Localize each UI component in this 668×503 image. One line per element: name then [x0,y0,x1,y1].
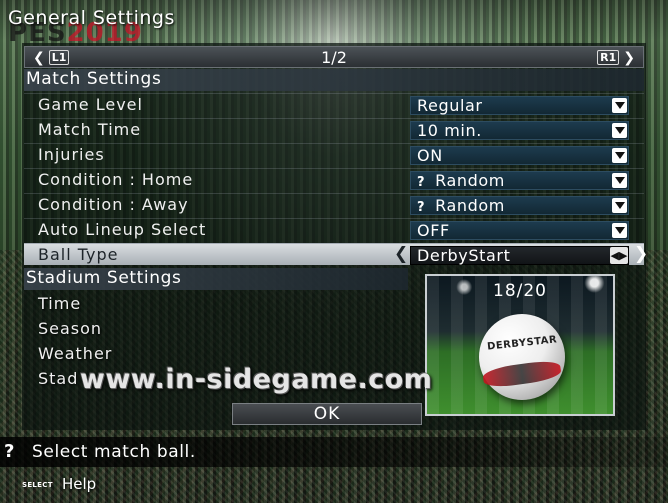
chevron-right-icon[interactable]: ❯ [634,244,648,264]
setting-value[interactable]: OFF [410,221,629,240]
setting-row-condition-home[interactable]: Condition : Home ? Random [24,168,644,190]
dropdown-arrow-icon[interactable] [612,148,627,163]
help-question-icon: ? [4,441,15,462]
help-text: Select match ball. [32,442,196,462]
setting-label: Match Time [38,120,142,139]
next-page-button[interactable]: R1 ❯ [597,49,635,66]
setting-row-game-level[interactable]: Game Level Regular [24,93,644,115]
stadium-settings-heading: Stadium Settings [24,268,408,290]
setting-row-condition-away[interactable]: Condition : Away ? Random [24,193,644,215]
setting-label: Ball Type [38,245,119,264]
screen-title: General Settings [8,7,175,29]
random-question-icon: ? [417,200,426,215]
setting-label: Time [38,294,82,313]
dropdown-arrow-icon[interactable] [612,223,627,238]
ball-brand-label: DERBYSTAR [486,334,558,353]
setting-value[interactable]: ON [410,146,629,165]
help-button[interactable]: Help [62,475,96,493]
match-settings-heading: Match Settings [24,69,644,91]
setting-label: Weather [38,344,113,363]
page-selector: ❮ L1 1/2 R1 ❯ [24,46,644,68]
chevron-right-icon: ❯ [623,49,635,66]
setting-value[interactable]: 10 min. [410,121,629,140]
setting-row-injuries[interactable]: Injuries ON [24,143,644,165]
title-bar: PES2019 General Settings [0,0,668,48]
chevron-left-icon[interactable]: ❮ [394,244,408,264]
setting-row-match-time[interactable]: Match Time 10 min. [24,118,644,140]
setting-row-auto-lineup-select[interactable]: Auto Lineup Select OFF [24,218,644,240]
setting-label: Condition : Home [38,170,194,189]
left-right-toggle-icon[interactable]: ◀▶ [610,247,628,264]
setting-label: Season [38,319,103,338]
dropdown-arrow-icon[interactable] [612,123,627,138]
setting-label: Game Level [38,95,143,114]
setting-value[interactable]: ? Random [410,196,629,215]
setting-label: Auto Lineup Select [38,220,207,239]
dropdown-arrow-icon[interactable] [612,173,627,188]
setting-value[interactable]: Regular [410,96,629,115]
setting-value[interactable]: DerbyStart [410,246,629,265]
random-question-icon: ? [417,175,426,190]
select-button-icon: SELECT [22,481,53,489]
setting-row-season[interactable]: Season [24,317,408,342]
setting-label: Stad [38,369,79,388]
setting-value[interactable]: ? Random [410,171,629,190]
r1-button-tag: R1 [597,50,620,65]
dropdown-arrow-icon[interactable] [612,98,627,113]
setting-row-ball-type[interactable]: Ball Type ❮ DerbyStart ◀▶ ❯ [24,243,648,265]
ok-button[interactable]: OK [232,403,422,425]
watermark-text: www.in-sidegame.com [80,364,433,395]
dropdown-arrow-icon[interactable] [612,198,627,213]
ball-counter: 18/20 [493,281,547,301]
setting-row-time[interactable]: Time [24,292,408,317]
setting-label: Injuries [38,145,105,164]
setting-label: Condition : Away [38,195,189,214]
help-bar: ? Select match ball. [0,437,668,467]
page-number: 1/2 [321,48,347,67]
